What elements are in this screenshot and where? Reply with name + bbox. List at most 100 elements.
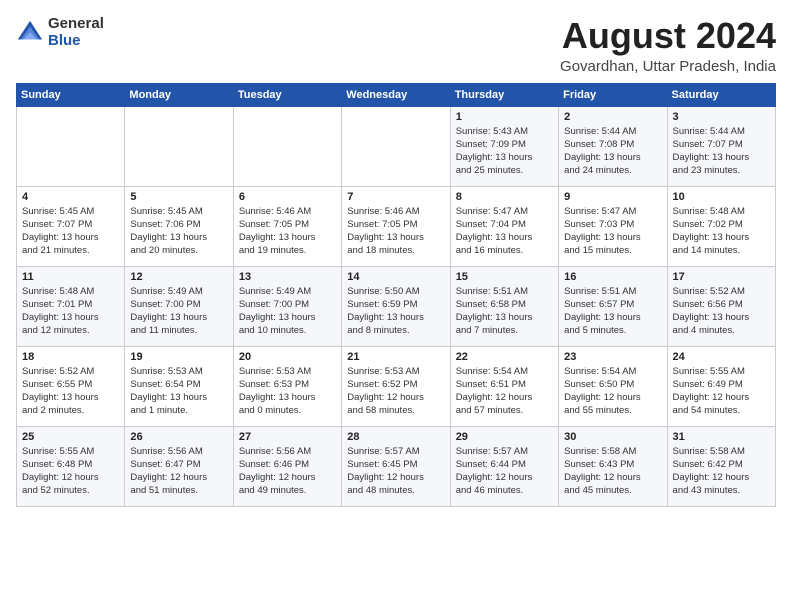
day-number: 31 — [673, 431, 770, 443]
day-number: 28 — [347, 431, 444, 443]
day-number: 4 — [22, 191, 119, 203]
day-number: 2 — [564, 111, 661, 123]
day-number: 16 — [564, 271, 661, 283]
day-info: Sunrise: 5:58 AMSunset: 6:42 PMDaylight:… — [673, 445, 770, 498]
calendar-cell: 4 Sunrise: 5:45 AMSunset: 7:07 PMDaylight… — [17, 186, 125, 266]
calendar-cell: 1 Sunrise: 5:43 AMSunset: 7:09 PMDaylight… — [450, 106, 558, 186]
day-info: Sunrise: 5:45 AMSunset: 7:07 PMDaylight:… — [22, 205, 119, 258]
header-cell-friday: Friday — [559, 83, 667, 106]
day-info: Sunrise: 5:52 AMSunset: 6:55 PMDaylight:… — [22, 365, 119, 418]
calendar-cell: 13Sunrise: 5:49 AMSunset: 7:00 PMDayligh… — [233, 266, 341, 346]
day-info: Sunrise: 5:53 AMSunset: 6:53 PMDaylight:… — [239, 365, 336, 418]
calendar-cell: 7Sunrise: 5:46 AMSunset: 7:05 PMDaylight… — [342, 186, 450, 266]
day-info: Sunrise: 5:58 AMSunset: 6:43 PMDaylight:… — [564, 445, 661, 498]
day-info: Sunrise: 5:56 AMSunset: 6:46 PMDaylight:… — [239, 445, 336, 498]
day-info: Sunrise: 5:54 AMSunset: 6:51 PMDaylight:… — [456, 365, 553, 418]
day-info: Sunrise: 5:57 AMSunset: 6:44 PMDaylight:… — [456, 445, 553, 498]
day-number: 20 — [239, 351, 336, 363]
day-number: 25 — [22, 431, 119, 443]
day-info: Sunrise: 5:50 AMSunset: 6:59 PMDaylight:… — [347, 285, 444, 338]
day-info: Sunrise: 5:49 AMSunset: 7:00 PMDaylight:… — [130, 285, 227, 338]
day-info: Sunrise: 5:43 AMSunset: 7:09 PMDaylight:… — [456, 125, 553, 178]
logo-icon — [16, 19, 44, 47]
month-year-title: August 2024 — [560, 16, 776, 56]
calendar-cell: 16 Sunrise: 5:51 AMSunset: 6:57 PMDayligh… — [559, 266, 667, 346]
day-info: Sunrise: 5:44 AMSunset: 7:07 PMDaylight:… — [673, 125, 770, 178]
header-cell-saturday: Saturday — [667, 83, 775, 106]
header-cell-tuesday: Tuesday — [233, 83, 341, 106]
calendar-cell: 8Sunrise: 5:47 AMSunset: 7:04 PMDaylight… — [450, 186, 558, 266]
calendar-week-row: 1 Sunrise: 5:43 AMSunset: 7:09 PMDaylight… — [17, 106, 776, 186]
day-number: 24 — [673, 351, 770, 363]
day-info: Sunrise: 5:51 AMSunset: 6:58 PMDaylight:… — [456, 285, 553, 338]
logo-general: General — [48, 16, 104, 33]
title-block: August 2024 Govardhan, Uttar Pradesh, In… — [560, 16, 776, 75]
day-info: Sunrise: 5:51 AMSunset: 6:57 PMDaylight:… — [564, 285, 661, 338]
calendar-cell: 20 Sunrise: 5:53 AMSunset: 6:53 PMDayligh… — [233, 346, 341, 426]
day-info: Sunrise: 5:54 AMSunset: 6:50 PMDaylight:… — [564, 365, 661, 418]
calendar-cell: 10 Sunrise: 5:48 AMSunset: 7:02 PMDayligh… — [667, 186, 775, 266]
logo: General Blue — [16, 16, 104, 49]
calendar-cell — [342, 106, 450, 186]
day-number: 17 — [673, 271, 770, 283]
day-info: Sunrise: 5:52 AMSunset: 6:56 PMDaylight:… — [673, 285, 770, 338]
day-number: 5 — [130, 191, 227, 203]
day-info: Sunrise: 5:49 AMSunset: 7:00 PMDaylight:… — [239, 285, 336, 338]
location-subtitle: Govardhan, Uttar Pradesh, India — [560, 58, 776, 75]
header-cell-sunday: Sunday — [17, 83, 125, 106]
day-info: Sunrise: 5:53 AMSunset: 6:52 PMDaylight:… — [347, 365, 444, 418]
calendar-cell — [233, 106, 341, 186]
day-number: 3 — [673, 111, 770, 123]
day-number: 21 — [347, 351, 444, 363]
calendar-week-row: 25 Sunrise: 5:55 AMSunset: 6:48 PMDayligh… — [17, 426, 776, 506]
calendar-table: SundayMondayTuesdayWednesdayThursdayFrid… — [16, 83, 776, 507]
calendar-cell — [125, 106, 233, 186]
calendar-cell: 29Sunrise: 5:57 AMSunset: 6:44 PMDayligh… — [450, 426, 558, 506]
day-info: Sunrise: 5:53 AMSunset: 6:54 PMDaylight:… — [130, 365, 227, 418]
day-number: 15 — [456, 271, 553, 283]
calendar-cell: 14 Sunrise: 5:50 AMSunset: 6:59 PMDayligh… — [342, 266, 450, 346]
day-info: Sunrise: 5:55 AMSunset: 6:48 PMDaylight:… — [22, 445, 119, 498]
calendar-cell: 11 Sunrise: 5:48 AMSunset: 7:01 PMDayligh… — [17, 266, 125, 346]
calendar-cell: 31 Sunrise: 5:58 AMSunset: 6:42 PMDayligh… — [667, 426, 775, 506]
calendar-cell: 24 Sunrise: 5:55 AMSunset: 6:49 PMDayligh… — [667, 346, 775, 426]
day-info: Sunrise: 5:55 AMSunset: 6:49 PMDaylight:… — [673, 365, 770, 418]
calendar-cell: 23 Sunrise: 5:54 AMSunset: 6:50 PMDayligh… — [559, 346, 667, 426]
day-info: Sunrise: 5:46 AMSunset: 7:05 PMDaylight:… — [347, 205, 444, 258]
calendar-week-row: 18 Sunrise: 5:52 AMSunset: 6:55 PMDayligh… — [17, 346, 776, 426]
header-cell-monday: Monday — [125, 83, 233, 106]
day-number: 11 — [22, 271, 119, 283]
day-number: 9 — [564, 191, 661, 203]
day-number: 10 — [673, 191, 770, 203]
day-number: 18 — [22, 351, 119, 363]
calendar-cell: 22Sunrise: 5:54 AMSunset: 6:51 PMDayligh… — [450, 346, 558, 426]
header-row: SundayMondayTuesdayWednesdayThursdayFrid… — [17, 83, 776, 106]
day-info: Sunrise: 5:56 AMSunset: 6:47 PMDaylight:… — [130, 445, 227, 498]
day-info: Sunrise: 5:57 AMSunset: 6:45 PMDaylight:… — [347, 445, 444, 498]
day-number: 1 — [456, 111, 553, 123]
day-number: 30 — [564, 431, 661, 443]
calendar-cell: 30 Sunrise: 5:58 AMSunset: 6:43 PMDayligh… — [559, 426, 667, 506]
day-info: Sunrise: 5:44 AMSunset: 7:08 PMDaylight:… — [564, 125, 661, 178]
calendar-cell: 25 Sunrise: 5:55 AMSunset: 6:48 PMDayligh… — [17, 426, 125, 506]
calendar-week-row: 4 Sunrise: 5:45 AMSunset: 7:07 PMDaylight… — [17, 186, 776, 266]
day-number: 12 — [130, 271, 227, 283]
calendar-cell: 17 Sunrise: 5:52 AMSunset: 6:56 PMDayligh… — [667, 266, 775, 346]
calendar-body: 1 Sunrise: 5:43 AMSunset: 7:09 PMDaylight… — [17, 106, 776, 506]
day-number: 14 — [347, 271, 444, 283]
day-number: 6 — [239, 191, 336, 203]
calendar-week-row: 11 Sunrise: 5:48 AMSunset: 7:01 PMDayligh… — [17, 266, 776, 346]
logo-blue: Blue — [48, 33, 104, 50]
day-number: 23 — [564, 351, 661, 363]
calendar-cell: 12 Sunrise: 5:49 AMSunset: 7:00 PMDayligh… — [125, 266, 233, 346]
day-info: Sunrise: 5:48 AMSunset: 7:02 PMDaylight:… — [673, 205, 770, 258]
page-header: General Blue August 2024 Govardhan, Utta… — [16, 16, 776, 75]
day-info: Sunrise: 5:48 AMSunset: 7:01 PMDaylight:… — [22, 285, 119, 338]
calendar-cell — [17, 106, 125, 186]
calendar-cell: 6 Sunrise: 5:46 AMSunset: 7:05 PMDaylight… — [233, 186, 341, 266]
header-cell-thursday: Thursday — [450, 83, 558, 106]
day-info: Sunrise: 5:46 AMSunset: 7:05 PMDaylight:… — [239, 205, 336, 258]
calendar-cell: 2 Sunrise: 5:44 AMSunset: 7:08 PMDaylight… — [559, 106, 667, 186]
calendar-cell: 27Sunrise: 5:56 AMSunset: 6:46 PMDayligh… — [233, 426, 341, 506]
calendar-cell: 26Sunrise: 5:56 AMSunset: 6:47 PMDayligh… — [125, 426, 233, 506]
